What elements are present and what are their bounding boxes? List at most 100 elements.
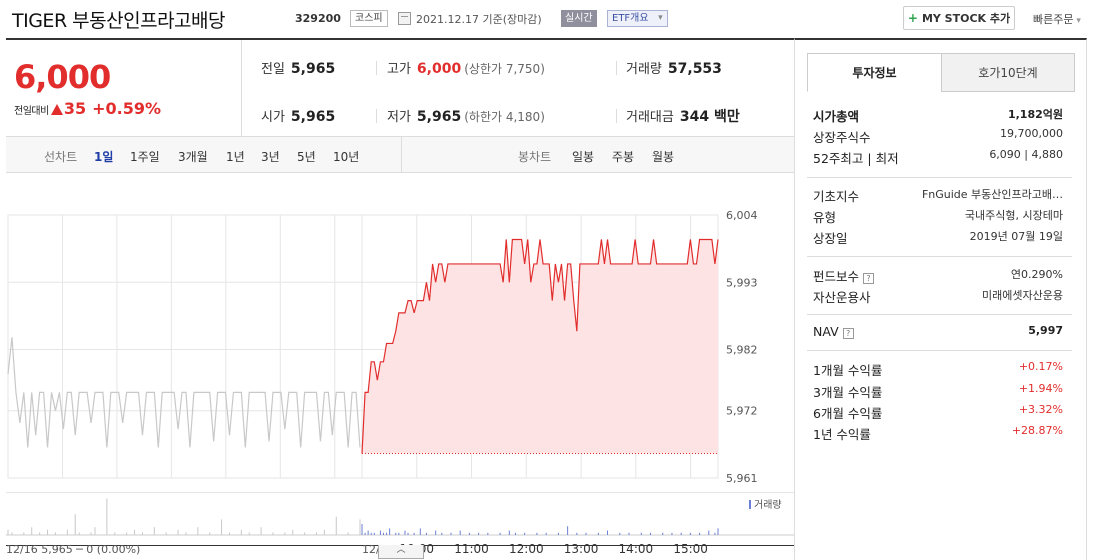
open-price: 시가 5,965 [261, 106, 335, 125]
info-label: 상장일 [813, 231, 848, 246]
info-label: 상장주식수 [813, 130, 871, 145]
info-group-returns: 1개월 수익률 +0.17% 3개월 수익률 +1.94% 6개월 수익률 +3.32… [807, 350, 1072, 450]
high-price: 고가 6,000 (상한가 7,750) [387, 58, 545, 77]
plus-icon: + [907, 11, 918, 25]
info-group-fee: 펀드보수? 연0.290% 자산운용사 미래에셋자산운용 [807, 256, 1072, 314]
divider [376, 109, 377, 123]
help-icon[interactable]: ? [863, 273, 875, 284]
time-tick-label: 15:00 [673, 542, 708, 556]
info-label: 1년 수익률 [813, 427, 871, 442]
volume: 거래량 57,553 [626, 58, 722, 77]
calendar-icon [398, 12, 411, 25]
period-3year[interactable]: 3년 [261, 148, 280, 165]
lower-limit: (하한가 4,180) [464, 110, 545, 124]
info-value: FnGuide 부동산인프라고배… [921, 188, 1063, 201]
change-rate: +0.59% [92, 99, 161, 118]
trade-amount: 거래대금 344 백만 [626, 106, 740, 126]
volume-legend: 거래량 [749, 496, 782, 511]
realtime-button[interactable]: 실시간 [561, 10, 597, 27]
tab-orderbook[interactable]: 호가10단계 [941, 53, 1075, 92]
period-1year[interactable]: 1년 [226, 148, 245, 165]
candle-monthly[interactable]: 월봉 [652, 148, 674, 165]
time-tick-label: 12:00 [509, 542, 544, 556]
line-chart-label: 선차트 [44, 150, 78, 164]
info-label: 6개월 수익률 [813, 406, 883, 421]
up-arrow-icon [50, 104, 63, 115]
trade-amount-label: 거래대금 [626, 110, 674, 125]
today-area [362, 239, 718, 454]
info-label: 펀드보수 [813, 269, 860, 284]
candle-daily[interactable]: 일봉 [572, 148, 594, 165]
divider [616, 61, 617, 75]
info-label: 52주최고 | 최저 [813, 151, 899, 166]
period-bar: 선차트 1일 1주일 3개월 1년 3년 5년 10년 봉차트 일봉 주봉 월봉 [6, 137, 794, 173]
info-value: 연0.290% [1010, 268, 1063, 281]
mystock-add-button[interactable]: + MY STOCK 추가 [903, 6, 1015, 30]
prev-close-value: 5,965 [290, 61, 336, 77]
divider [376, 61, 377, 75]
info-label: 자산운용사 [813, 290, 871, 305]
low-label: 저가 [387, 110, 411, 125]
info-label: 유형 [813, 210, 837, 225]
info-value: +1.94% [1018, 382, 1063, 395]
period-5year[interactable]: 5년 [297, 148, 316, 165]
info-value: 5,997 [1028, 324, 1063, 337]
etf-name: TIGER 부동산인프라고배당 [12, 10, 226, 32]
info-label: 시가총액 [813, 109, 860, 124]
volume-label: 거래량 [626, 62, 662, 77]
base-date: 2021.12.17 기준(장마감) [416, 13, 542, 26]
etf-overview-dropdown[interactable]: ETF개요 [607, 10, 668, 27]
y-tick-label: 5,982 [726, 344, 758, 357]
divider [241, 40, 242, 136]
info-value: 19,700,000 [1000, 127, 1063, 140]
y-tick-label: 5,993 [726, 276, 758, 289]
chevron-up-icon: ︿ [396, 545, 406, 555]
prev-close-label: 전일 [261, 62, 285, 77]
open-value: 5,965 [290, 109, 336, 125]
divider [401, 137, 402, 172]
info-value: +3.32% [1018, 403, 1063, 416]
divider [616, 109, 617, 123]
info-tabs: 투자정보 호가10단계 [807, 53, 1075, 92]
change-amount: 35 [63, 99, 87, 118]
low-value: 5,965 [416, 109, 462, 125]
upper-limit: (상한가 7,750) [464, 62, 545, 76]
high-value: 6,000 [416, 61, 462, 77]
time-tick-label: 11:00 [454, 542, 489, 556]
info-value: 2019년 07월 19일 [969, 230, 1063, 243]
quote-summary: 6,000 전일대비 35 +0.59% 전일 5,965 고가 6,000 (상한가 7… [6, 40, 794, 137]
volume-value: 57,553 [667, 61, 722, 77]
period-10year[interactable]: 10년 [333, 148, 359, 165]
help-icon[interactable]: ? [842, 328, 854, 339]
change-row: 전일대비 35 +0.59% [14, 99, 161, 118]
info-group-nav: NAV? 5,997 [807, 314, 1072, 350]
period-1day[interactable]: 1일 [94, 148, 113, 165]
info-value: 6,090 | 4,880 [989, 148, 1063, 161]
trade-amount-value: 344 백만 [679, 109, 740, 125]
info-label: 기초지수 [813, 189, 860, 204]
candle-weekly[interactable]: 주봉 [612, 148, 634, 165]
prev-day-label: 12/16 5,965 ─ 0 (0.00%) [6, 543, 140, 556]
info-label: 3개월 수익률 [813, 385, 883, 400]
collapse-toggle[interactable]: ︿ [378, 545, 424, 559]
mystock-add-label: MY STOCK 추가 [921, 12, 1011, 25]
period-1week[interactable]: 1주일 [130, 148, 160, 165]
quick-order-dropdown[interactable]: 빠른주문 [1033, 11, 1081, 27]
info-panel: 투자정보 호가10단계 시가총액 1,182억원 상장주식수 19,700,000 … [794, 38, 1087, 560]
info-group-fund: 기초지수 FnGuide 부동산인프라고배… 유형 국내주식형, 시장테마 상장일 2… [807, 177, 1072, 256]
time-tick-label: 13:00 [564, 542, 599, 556]
low-price: 저가 5,965 (하한가 4,180) [387, 106, 545, 125]
change-label: 전일대비 [14, 106, 49, 117]
tab-investment-info[interactable]: 투자정보 [807, 53, 942, 92]
y-tick-label: 6,004 [726, 210, 758, 222]
period-3month[interactable]: 3개월 [178, 148, 208, 165]
price-chart[interactable]: 6,004 5,993 5,982 5,972 5,961 [6, 210, 794, 492]
header: TIGER 부동산인프라고배당 329200 코스피 2021.12.17 기준… [0, 0, 1101, 38]
market-badge: 코스피 [350, 10, 388, 27]
quote-chart-panel: 6,000 전일대비 35 +0.59% 전일 5,965 고가 6,000 (상한가 7… [6, 38, 794, 556]
current-price: 6,000 [14, 58, 111, 96]
info-group-market: 시가총액 1,182억원 상장주식수 19,700,000 52주최고 | 최저 6,… [807, 92, 1072, 177]
prev-day-line [7, 337, 361, 448]
etf-code: 329200 [295, 12, 341, 25]
info-value: 국내주식형, 시장테마 [964, 209, 1063, 222]
